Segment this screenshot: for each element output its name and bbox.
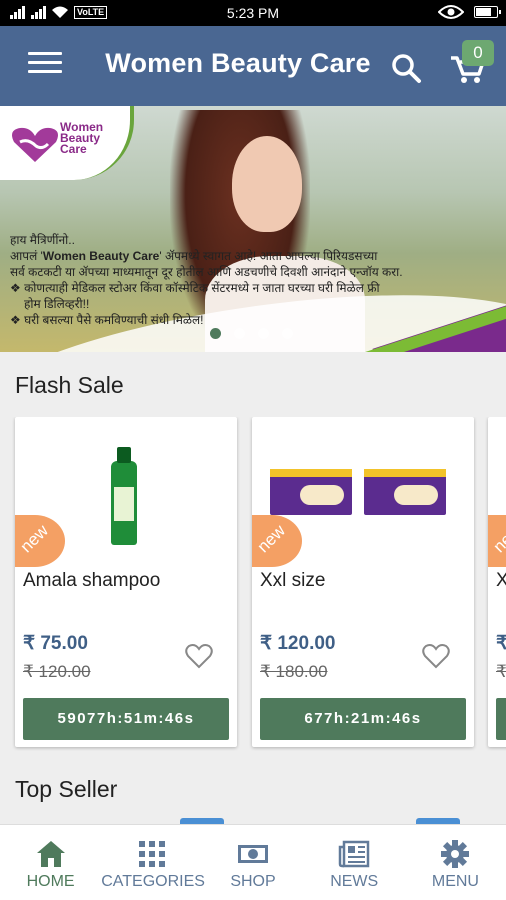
carousel-dot[interactable] xyxy=(210,328,221,339)
search-icon[interactable] xyxy=(388,50,424,86)
banner-text: हाय मैत्रिणींनो.. आपलं 'Women Beauty Car… xyxy=(10,233,403,327)
nav-categories[interactable]: CATEGORIES xyxy=(101,825,205,900)
bottom-nav: HOME CATEGORIES SHOP NEWS MENU xyxy=(0,824,506,900)
nav-news[interactable]: NEWS xyxy=(304,825,405,900)
status-bar: VoLTE 5:23 PM xyxy=(0,0,506,26)
nav-shop[interactable]: SHOP xyxy=(202,825,303,900)
product-card[interactable]: new Xxl size ₹ 120.00 ₹ 180.00 677h:21m:… xyxy=(252,417,474,747)
product-image xyxy=(111,447,137,545)
product-old-price: ₹ xyxy=(496,662,506,681)
banner-brand-name: Women Beauty Care xyxy=(42,249,160,263)
product-name: Amala shampoo xyxy=(23,570,161,591)
money-icon xyxy=(238,845,268,863)
product-card[interactable]: new X ₹ ₹ xyxy=(488,417,506,747)
carousel-dot[interactable] xyxy=(258,328,269,339)
product-price: ₹ 75.00 xyxy=(23,633,88,654)
flash-sale-title: Flash Sale xyxy=(15,372,124,398)
product-price: ₹ xyxy=(496,633,506,654)
promo-banner[interactable]: Women Beauty Care हाय मैत्रिणींनो.. आपलं… xyxy=(0,106,506,352)
heart-icon[interactable] xyxy=(185,643,213,669)
news-icon xyxy=(338,840,370,868)
product-price: ₹ 120.00 xyxy=(260,633,336,654)
top-seller-title: Top Seller xyxy=(15,776,118,802)
home-icon xyxy=(36,841,65,867)
carousel-dots xyxy=(210,328,293,339)
new-badge: new xyxy=(15,515,65,567)
product-name: X xyxy=(496,570,506,591)
carousel-dot[interactable] xyxy=(234,328,245,339)
grid-icon xyxy=(138,841,165,867)
product-name: Xxl size xyxy=(260,570,326,591)
brand-logo: Women Beauty Care xyxy=(0,106,134,180)
eye-icon xyxy=(438,5,464,19)
countdown-timer-button[interactable] xyxy=(496,698,506,740)
new-badge: new xyxy=(488,515,506,567)
countdown-timer-button[interactable]: 59077h:51m:46s xyxy=(23,698,229,740)
hands-heart-icon xyxy=(12,127,58,162)
product-old-price: ₹ 120.00 xyxy=(23,662,91,681)
flash-sale-carousel[interactable]: new Amala shampoo ₹ 75.00 ₹ 120.00 59077… xyxy=(0,417,506,752)
nav-menu[interactable]: MENU xyxy=(405,825,506,900)
app-bar: Women Beauty Care xyxy=(0,26,506,106)
product-card[interactable]: new Amala shampoo ₹ 75.00 ₹ 120.00 59077… xyxy=(15,417,237,747)
cart-count-badge: 0 xyxy=(462,40,494,66)
status-time: 5:23 PM xyxy=(226,5,280,21)
battery-icon xyxy=(474,6,501,18)
new-badge: new xyxy=(252,515,302,567)
countdown-timer-button[interactable]: 677h:21m:46s xyxy=(260,698,466,740)
product-old-price: ₹ 180.00 xyxy=(260,662,328,681)
gear-icon xyxy=(441,840,470,868)
nav-home[interactable]: HOME xyxy=(0,825,101,900)
heart-icon[interactable] xyxy=(422,643,450,669)
app-title: Women Beauty Care xyxy=(105,48,371,78)
carousel-dot[interactable] xyxy=(282,328,293,339)
